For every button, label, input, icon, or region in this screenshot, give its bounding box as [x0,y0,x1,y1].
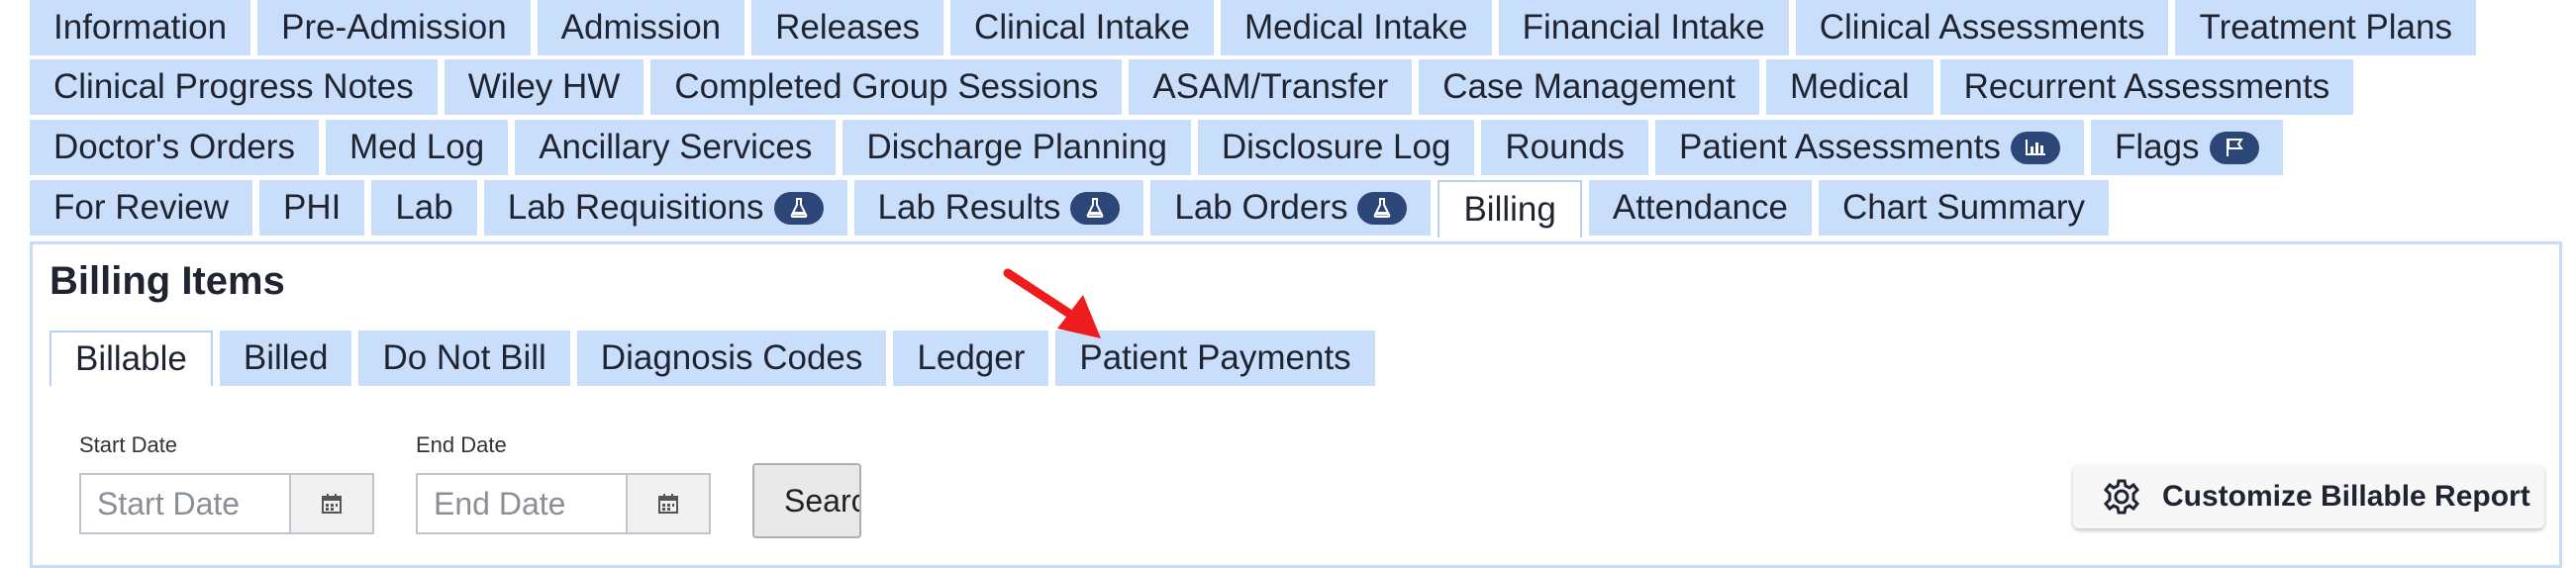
tab-label: For Review [53,188,229,227]
tab-label: Flags [2114,128,2200,166]
tab-admission[interactable]: Admission [537,0,745,55]
tab-label: Doctor's Orders [53,128,295,166]
tab-med-log[interactable]: Med Log [325,120,509,175]
tab-label: Attendance [1612,188,1788,227]
tab-recurrent-assessments[interactable]: Recurrent Assessments [1939,59,2354,115]
tab-lab-requisitions[interactable]: Lab Requisitions [483,180,847,236]
tab-doctors-orders[interactable]: Doctor's Orders [30,120,319,175]
tab-label: Rounds [1505,128,1626,166]
tab-label: Chart Summary [1841,188,2085,227]
billing-subtabs: Billable Billed Do Not Bill Diagnosis Co… [50,331,1382,386]
tab-label: Med Log [348,128,485,166]
tab-clinical-intake[interactable]: Clinical Intake [950,0,1214,55]
flask-icon [1070,191,1121,225]
end-date-label: End Date [416,432,507,457]
start-date-label: Start Date [79,432,178,457]
tab-releases[interactable]: Releases [751,0,944,55]
tab-pre-admission[interactable]: Pre-Admission [257,0,531,55]
start-date-input[interactable] [81,475,289,532]
tab-label: Disclosure Log [1221,128,1451,166]
flag-icon [2209,131,2259,164]
tab-ancillary-services[interactable]: Ancillary Services [515,120,837,175]
flask-icon [1357,191,1408,225]
tab-information[interactable]: Information [30,0,251,55]
tab-rounds[interactable]: Rounds [1481,120,1649,175]
tab-discharge-planning[interactable]: Discharge Planning [842,120,1191,175]
end-date-input[interactable] [418,475,626,532]
tab-case-management[interactable]: Case Management [1419,59,1760,115]
tab-chart-summary[interactable]: Chart Summary [1818,180,2109,236]
customize-label: Customize Billable Report [2162,480,2530,513]
tab-label: PHI [282,188,342,227]
tab-phi[interactable]: PHI [258,180,365,236]
tab-billing[interactable]: Billing [1437,180,1582,237]
tab-medical-intake[interactable]: Medical Intake [1220,0,1492,55]
tab-label: Patient Assessments [1679,128,2001,166]
tab-label: Lab [395,188,453,227]
tab-medical[interactable]: Medical [1766,59,1933,115]
tab-row-1: Information Pre-Admission Admission Rele… [30,0,2483,55]
tab-clinical-assessments[interactable]: Clinical Assessments [1795,0,2169,55]
tab-row-3: Doctor's Orders Med Log Ancillary Servic… [30,120,2290,175]
tab-flags[interactable]: Flags [2090,120,2283,175]
tab-label: Ancillary Services [539,128,813,166]
tab-treatment-plans[interactable]: Treatment Plans [2175,0,2476,55]
tab-financial-intake[interactable]: Financial Intake [1498,0,1789,55]
tab-lab-orders[interactable]: Lab Orders [1150,180,1432,236]
page-title: Billing Items [50,259,285,303]
flask-icon [773,191,824,225]
tab-patient-assessments[interactable]: Patient Assessments [1655,120,2084,175]
tab-wiley-hw[interactable]: Wiley HW [444,59,644,115]
subtab-diagnosis-codes[interactable]: Diagnosis Codes [576,331,887,386]
red-arrow [1003,268,1101,338]
subtab-billed[interactable]: Billed [219,331,352,386]
tab-label: Lab Results [877,188,1061,227]
tab-completed-group-sessions[interactable]: Completed Group Sessions [650,59,1123,115]
tab-label: Discharge Planning [866,128,1167,166]
tab-lab-results[interactable]: Lab Results [853,180,1144,236]
tab-row-2: Clinical Progress Notes Wiley HW Complet… [30,59,2360,115]
subtab-billable[interactable]: Billable [50,331,213,386]
search-button[interactable]: Search [752,463,861,538]
tab-row-4: For Review PHI Lab Lab Requisitions Lab … [30,180,2116,237]
start-date-group [79,473,374,534]
tab-disclosure-log[interactable]: Disclosure Log [1197,120,1475,175]
calendar-icon[interactable] [289,475,372,532]
end-date-group [416,473,711,534]
tab-attendance[interactable]: Attendance [1588,180,1812,236]
tab-for-review[interactable]: For Review [30,180,252,236]
customize-billable-report-button[interactable]: Customize Billable Report [2073,465,2544,528]
tab-lab[interactable]: Lab [371,180,477,236]
tab-clinical-progress-notes[interactable]: Clinical Progress Notes [30,59,438,115]
tab-asam-transfer[interactable]: ASAM/Transfer [1129,59,1413,115]
gear-icon [2103,478,2140,516]
bar-chart-icon [2010,131,2060,164]
calendar-icon[interactable] [626,475,709,532]
tab-label: Lab Requisitions [507,188,764,227]
tab-label: Billing [1463,190,1556,229]
subtab-do-not-bill[interactable]: Do Not Bill [358,331,570,386]
tab-label: Lab Orders [1174,188,1348,227]
